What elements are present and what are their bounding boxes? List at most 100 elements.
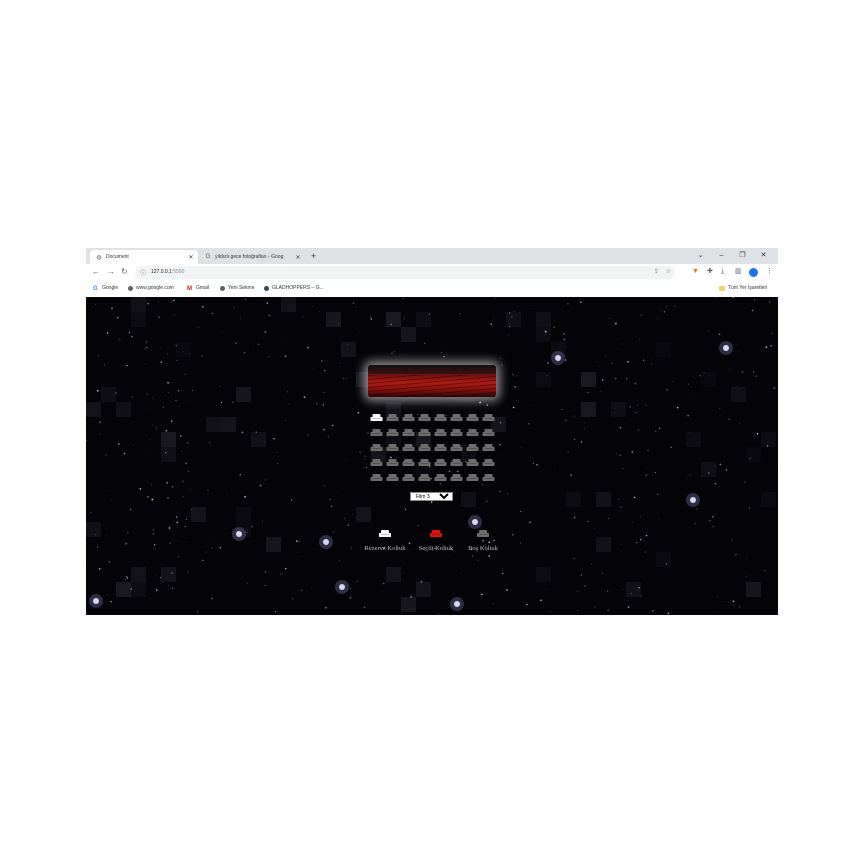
empty-seat[interactable] [402, 428, 415, 437]
tab-strip: ◍ Document ✕ G yıldızlı gece fotoğraflar… [86, 248, 778, 264]
empty-seat[interactable] [402, 458, 415, 467]
bookmark-label: www.google.com [136, 285, 174, 291]
browser-window: ◍ Document ✕ G yıldızlı gece fotoğraflar… [86, 248, 778, 615]
empty-seat[interactable] [370, 473, 383, 482]
empty-seat[interactable] [434, 443, 447, 452]
empty-seat[interactable] [482, 458, 495, 467]
empty-seat[interactable] [450, 458, 463, 467]
share-icon[interactable]: ⇪ [654, 269, 659, 275]
legend-label: Boş Koltuk [468, 545, 498, 552]
download-icon[interactable]: ⤓ [721, 267, 724, 277]
empty-seat[interactable] [418, 443, 431, 452]
reserved-seat-icon [379, 530, 391, 537]
movie-select[interactable]: Film 3 [410, 492, 453, 501]
selected-seat-icon [430, 530, 442, 537]
globe-icon [128, 285, 133, 291]
empty-seat-icon [477, 530, 489, 537]
empty-seat[interactable] [418, 473, 431, 482]
bookmark-label: Google [102, 285, 119, 291]
empty-seat[interactable] [450, 443, 463, 452]
side-panel-icon[interactable]: ▥ [735, 267, 742, 277]
profile-avatar[interactable] [749, 268, 758, 277]
legend-label: Rezerve Koltuk [364, 545, 406, 552]
empty-seat[interactable] [434, 473, 447, 482]
empty-seat[interactable] [402, 443, 415, 452]
google-g-icon: G [205, 254, 211, 260]
more-menu-icon[interactable]: ⋮ [766, 267, 773, 277]
empty-seat[interactable] [418, 458, 431, 467]
google-g-icon: G [93, 285, 98, 292]
tab-document[interactable]: ◍ Document ✕ [90, 250, 198, 264]
tab-label: yıldızlı gece fotoğrafları - Goog [215, 254, 284, 260]
back-icon[interactable]: ← [92, 267, 100, 277]
bookmark-gmail[interactable]: M Gmail [187, 285, 209, 292]
address-bar[interactable]: ⓘ 127.0.0.1:5500 ⇪ ☆ [135, 266, 675, 279]
extension-icon[interactable]: ▼ [692, 267, 699, 277]
gmail-icon: M [187, 285, 192, 292]
empty-seat[interactable] [434, 428, 447, 437]
folder-icon [719, 285, 725, 291]
bookmark-label: Yeni Sekme [228, 285, 255, 291]
globe-icon: ◍ [96, 254, 102, 261]
empty-seat[interactable] [386, 473, 399, 482]
legend-empty: Boş Koltuk [462, 525, 504, 552]
bookmark-label: Tüm Yer İşaretleri [728, 285, 768, 291]
empty-seat[interactable] [466, 458, 479, 467]
empty-seat[interactable] [386, 413, 399, 422]
empty-seat[interactable] [370, 458, 383, 467]
empty-seat[interactable] [482, 413, 495, 422]
empty-seat[interactable] [434, 413, 447, 422]
close-window-button[interactable]: ✕ [753, 250, 774, 262]
restore-button[interactable]: ❐ [732, 250, 753, 262]
empty-seat[interactable] [466, 413, 479, 422]
empty-seat[interactable] [386, 458, 399, 467]
reload-icon[interactable]: ↻ [121, 267, 128, 277]
browser-toolbar: ← → ↻ ⓘ 127.0.0.1:5500 ⇪ ☆ ▼ ✚ ⤓ ▥ ⋮ [86, 264, 778, 281]
empty-seat[interactable] [370, 428, 383, 437]
extensions-puzzle-icon[interactable]: ✚ [707, 267, 713, 277]
reserved-seat[interactable] [370, 413, 383, 422]
bookmark-gladhoppers[interactable]: GLADHOPPERS – G... [264, 285, 324, 291]
empty-seat[interactable] [450, 413, 463, 422]
seat-legend: Rezerve Koltuk Seçili Koltuk Boş Koltuk [360, 525, 510, 552]
seat-row [370, 428, 496, 437]
seat-row [370, 473, 496, 482]
empty-seat[interactable] [466, 443, 479, 452]
empty-seat[interactable] [450, 473, 463, 482]
legend-label: Seçili Koltuk [418, 545, 454, 552]
site-info-icon[interactable]: ⓘ [140, 268, 146, 277]
globe-icon [220, 285, 225, 291]
bookmark-yeni-sekme[interactable]: Yeni Sekme [220, 285, 255, 291]
site-icon [264, 285, 269, 291]
empty-seat[interactable] [450, 428, 463, 437]
empty-seat[interactable] [402, 473, 415, 482]
all-bookmarks[interactable]: Tüm Yer İşaretleri [719, 285, 767, 291]
cinema-hall-image [368, 365, 496, 397]
empty-seat[interactable] [418, 413, 431, 422]
seat-grid [370, 413, 496, 488]
empty-seat[interactable] [370, 443, 383, 452]
empty-seat[interactable] [434, 458, 447, 467]
empty-seat[interactable] [482, 473, 495, 482]
empty-seat[interactable] [386, 443, 399, 452]
bookmarks-bar: G Google www.google.com M Gmail Yeni Sek… [86, 281, 778, 298]
close-icon[interactable]: ✕ [187, 254, 195, 261]
forward-icon[interactable]: → [107, 267, 115, 277]
seat-row [370, 443, 496, 452]
empty-seat[interactable] [482, 428, 495, 437]
empty-seat[interactable] [482, 443, 495, 452]
bookmark-google-com[interactable]: www.google.com [128, 285, 174, 291]
empty-seat[interactable] [466, 428, 479, 437]
close-icon[interactable]: ✕ [294, 254, 302, 261]
empty-seat[interactable] [402, 413, 415, 422]
page-content: Film 3 Rezerve Koltuk Seçili Koltuk Boş … [86, 297, 778, 615]
bookmark-google[interactable]: G Google [93, 285, 119, 292]
bookmark-star-icon[interactable]: ☆ [666, 269, 671, 275]
new-tab-button[interactable]: + [311, 251, 316, 261]
empty-seat[interactable] [466, 473, 479, 482]
tab-google-search[interactable]: G yıldızlı gece fotoğrafları - Goog ✕ [199, 250, 305, 264]
minimize-button[interactable]: – [711, 250, 732, 262]
tab-search-button[interactable]: ⌄ [690, 250, 711, 262]
empty-seat[interactable] [386, 428, 399, 437]
empty-seat[interactable] [418, 428, 431, 437]
